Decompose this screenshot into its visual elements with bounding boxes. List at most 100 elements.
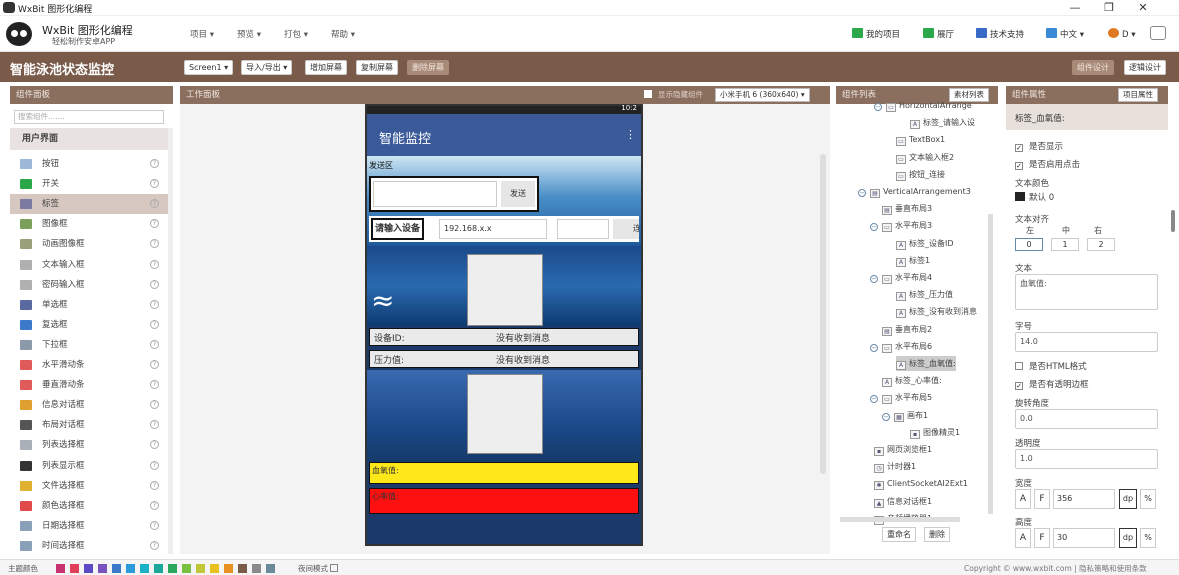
theme-swatch[interactable] — [154, 564, 163, 573]
help-icon[interactable]: ? — [150, 319, 159, 329]
theme-swatch[interactable] — [238, 564, 247, 573]
help-icon[interactable]: ? — [150, 520, 159, 530]
tree-item[interactable]: A 标签_血氧值: — [896, 356, 956, 371]
width-fill-button[interactable]: F — [1034, 489, 1050, 509]
language-menu[interactable]: 中文 ▾ — [1046, 28, 1084, 40]
tree-item[interactable]: − ▭ 水平布局6 — [870, 339, 932, 354]
height-dp-button[interactable]: dp — [1119, 528, 1137, 548]
maximize-button[interactable]: ❐ — [1094, 0, 1124, 16]
theme-swatch[interactable] — [140, 564, 149, 573]
theme-swatch[interactable] — [252, 564, 261, 573]
add-screen-button[interactable]: 增加屏幕 — [305, 60, 347, 75]
tree-item[interactable]: A 标签1 — [896, 253, 930, 268]
width-dp-button[interactable]: dp — [1119, 489, 1137, 509]
tree-item[interactable]: ▲ 信息对话框1 — [874, 494, 932, 509]
theme-swatch[interactable] — [112, 564, 121, 573]
import-export-button[interactable]: 导入/导出 ▾ — [241, 60, 293, 75]
theme-swatch[interactable] — [266, 564, 275, 573]
port-input[interactable] — [557, 219, 609, 239]
palette-scrollbar[interactable] — [168, 128, 173, 554]
help-icon[interactable]: ? — [150, 500, 159, 510]
send-button[interactable]: 发送 — [501, 181, 535, 207]
delete-component-button[interactable]: 删除 — [924, 527, 950, 542]
menu-preview[interactable]: 预览 ▾ — [237, 28, 261, 40]
theme-swatch[interactable] — [224, 564, 233, 573]
collapse-icon[interactable]: − — [870, 395, 878, 404]
palette-item[interactable]: 图像框? — [10, 214, 168, 234]
help-icon[interactable]: ? — [150, 159, 159, 168]
send-input[interactable] — [373, 181, 497, 207]
tree-item[interactable]: A 标签_压力值 — [896, 287, 953, 302]
font-size-input[interactable]: 14.0 — [1015, 332, 1158, 352]
tree-item[interactable]: − ▭ HorizontalArrange — [874, 98, 972, 113]
tree-item[interactable]: ✱ ClientSocketAI2Ext1 — [874, 476, 968, 491]
help-icon[interactable]: ? — [150, 339, 159, 349]
collapse-icon[interactable]: − — [870, 223, 878, 232]
palette-item[interactable]: 复选框? — [10, 315, 168, 335]
align-left-button[interactable]: 0 — [1015, 238, 1043, 251]
tree-hscrollbar[interactable] — [840, 517, 960, 522]
height-percent-button[interactable]: % — [1140, 528, 1156, 548]
tree-item[interactable]: A 标签_请输入设 — [910, 115, 975, 130]
device-select[interactable]: 小米手机 6 (360x640) ▾ — [715, 88, 810, 102]
help-icon[interactable]: ? — [150, 480, 159, 490]
component-design-button[interactable]: 组件设计 — [1072, 60, 1114, 75]
page-scrollbar[interactable] — [1171, 210, 1175, 232]
help-icon[interactable]: ? — [150, 460, 159, 470]
menu-package[interactable]: 打包 ▾ — [284, 28, 308, 40]
night-mode-toggle[interactable]: 夜间模式 — [298, 563, 344, 574]
tree-item[interactable]: − ▭ 水平布局3 — [870, 218, 932, 233]
menu-help[interactable]: 帮助 ▾ — [331, 28, 355, 40]
rotate-input[interactable]: 0.0 — [1015, 409, 1158, 429]
minimize-button[interactable]: — — [1060, 0, 1090, 16]
help-icon[interactable]: ? — [150, 540, 159, 550]
tree-item[interactable]: − ▦ 画布1 — [882, 408, 928, 423]
help-icon[interactable]: ? — [150, 199, 159, 209]
help-icon[interactable]: ? — [150, 440, 159, 450]
project-props-button[interactable]: 项目属性 — [1118, 88, 1158, 102]
height-input[interactable]: 30 — [1053, 528, 1115, 548]
gallery-link[interactable]: 展厅 — [923, 28, 954, 40]
collapse-icon[interactable]: − — [882, 412, 890, 421]
align-center-button[interactable]: 1 — [1051, 238, 1079, 251]
theme-swatch[interactable] — [98, 564, 107, 573]
palette-item[interactable]: 颜色选择框? — [10, 496, 168, 516]
tree-item[interactable]: − ▭ 水平布局4 — [870, 270, 932, 285]
help-icon[interactable]: ? — [150, 380, 159, 390]
theme-swatch[interactable] — [56, 564, 65, 573]
palette-item[interactable]: 布局对话框? — [10, 415, 168, 435]
tree-item[interactable]: ▤ 垂直布局3 — [882, 201, 932, 216]
help-icon[interactable]: ? — [150, 219, 159, 229]
tree-item[interactable]: − ▤ VerticalArrangement3 — [858, 184, 971, 199]
palette-item[interactable]: 动画图像框? — [10, 234, 168, 254]
help-icon[interactable]: ? — [150, 420, 159, 430]
rename-button[interactable]: 重命名 — [882, 527, 916, 542]
palette-item[interactable]: 开关? — [10, 174, 168, 194]
help-icon[interactable]: ? — [150, 299, 159, 309]
collapse-icon[interactable]: − — [870, 275, 878, 283]
theme-swatch[interactable] — [196, 564, 205, 573]
height-auto-button[interactable]: A — [1015, 528, 1031, 548]
palette-item[interactable]: 列表选择框? — [10, 435, 168, 455]
enabled-click-checkbox[interactable]: ✓ 是否启用点击 — [1015, 158, 1080, 170]
workspace-scrollbar[interactable] — [820, 154, 826, 474]
theme-swatch[interactable] — [210, 564, 219, 573]
delete-screen-button[interactable]: 删除屏幕 — [407, 60, 449, 75]
copy-screen-button[interactable]: 复制屏幕 — [356, 60, 398, 75]
tree-item[interactable]: ▪ 图像精灵1 — [910, 425, 960, 440]
close-button[interactable]: ✕ — [1128, 0, 1158, 16]
tree-item[interactable]: ▭ 按钮_连接 — [896, 167, 945, 182]
connect-button[interactable]: 连 — [613, 219, 639, 239]
screen-select[interactable]: Screen1 ▾ — [184, 60, 234, 75]
collapse-icon[interactable]: − — [858, 189, 866, 197]
opacity-input[interactable]: 1.0 — [1015, 449, 1158, 469]
palette-item[interactable]: 下拉框? — [10, 335, 168, 355]
user-menu[interactable]: D ▾ — [1108, 28, 1136, 40]
visible-checkbox[interactable]: ✓ 是否显示 — [1015, 140, 1063, 152]
height-fill-button[interactable]: F — [1034, 528, 1050, 548]
logic-design-button[interactable]: 逻辑设计 — [1124, 60, 1166, 75]
help-icon[interactable]: ? — [150, 400, 159, 410]
ip-input[interactable]: 192.168.x.x — [439, 219, 547, 239]
support-link[interactable]: 技术支持 — [976, 28, 1024, 40]
align-right-button[interactable]: 2 — [1087, 238, 1115, 251]
